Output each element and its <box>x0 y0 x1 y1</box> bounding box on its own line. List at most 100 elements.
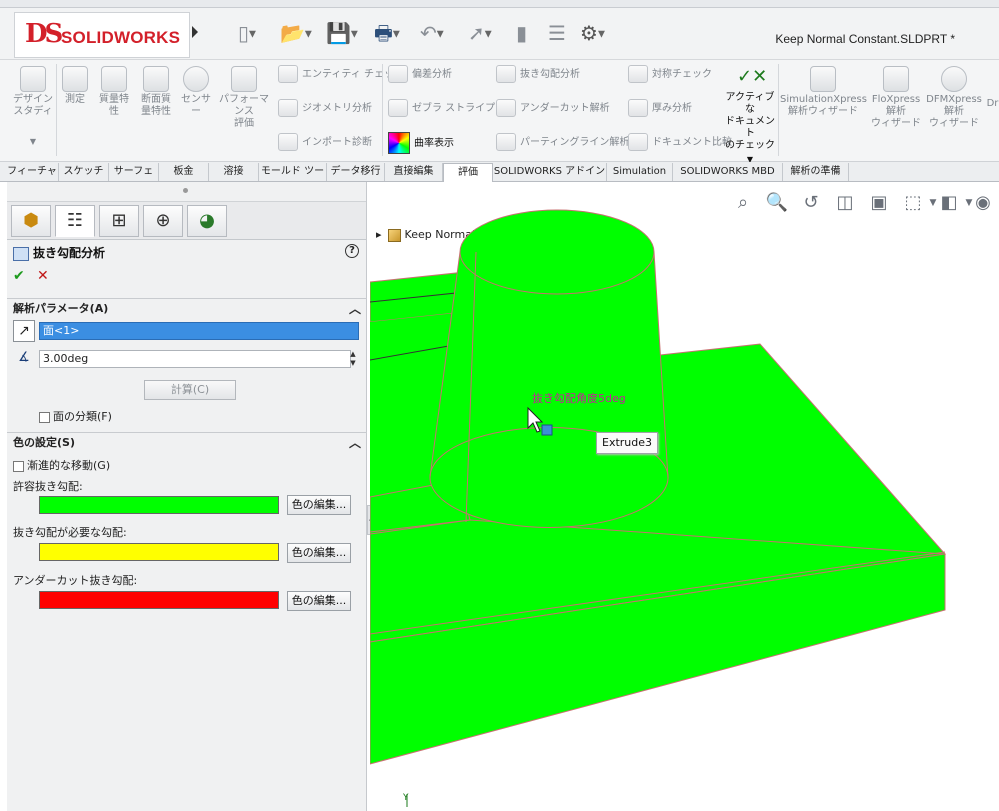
measure-button[interactable]: 測定 <box>60 66 90 106</box>
geometry-analysis-button[interactable]: ジオメトリ分析 <box>278 98 372 120</box>
edit-color-button[interactable]: 色の編集... <box>287 591 351 611</box>
draft-analysis-icon <box>496 65 516 83</box>
file-properties-icon[interactable]: ☰ <box>548 20 566 46</box>
rebuild-icon[interactable]: ▮ <box>516 20 527 46</box>
tab-surfaces[interactable]: サーフェス <box>109 163 159 195</box>
draft-analysis-button[interactable]: 抜き勾配分析 <box>496 64 580 86</box>
property-manager-panel: ⬢ ☷ ⊞ ⊕ ◕ 抜き勾配分析 ? ✔ ✕ 解析パラメータ(A) ︿ ↗ 面<… <box>7 182 367 811</box>
save-icon[interactable]: 💾▼ <box>326 20 358 46</box>
deviation-analysis-label: 偏差分析 <box>412 69 452 80</box>
collapse-chevron-icon[interactable]: ︿ <box>349 299 361 319</box>
selection-marker[interactable] <box>541 424 553 436</box>
options-gear-icon[interactable]: ⚙▼ <box>580 20 605 46</box>
design-study-button[interactable]: デザイン スタディ ▼ <box>10 66 56 148</box>
analysis-parameters-section[interactable]: 解析パラメータ(A) ︿ <box>7 298 367 318</box>
curvature-display-label: 曲率表示 <box>414 138 454 149</box>
tab-solidworks-addins[interactable]: SOLIDWORKS アドイン <box>493 163 607 181</box>
check-active-document-button[interactable]: ✓✕ アクティブな ドキュメント のチェック ▼ <box>724 64 776 166</box>
curvature-display-button[interactable]: 曲率表示 <box>388 132 454 154</box>
simulationxpress-button[interactable]: SimulationXpress 解析ウィザード <box>780 66 867 118</box>
compare-documents-button[interactable]: ドキュメント比較 <box>628 132 732 154</box>
draft-angle-input[interactable]: 3.00deg <box>39 350 351 368</box>
gradual-transition-label: 漸進的な移動(G) <box>27 459 111 472</box>
deviation-analysis-icon <box>388 65 408 83</box>
import-diagnostics-button[interactable]: インポート診断 <box>278 132 372 154</box>
driveworksxpress-button[interactable]: Dr <box>986 98 999 110</box>
help-icon[interactable]: ? <box>345 244 359 258</box>
simulationxpress-label: SimulationXpress 解析ウィザード <box>780 94 867 117</box>
select-icon[interactable]: ➚▼ <box>468 20 492 46</box>
panel-tabs: ⬢ ☷ ⊞ ⊕ ◕ <box>7 202 366 240</box>
positive-draft-color-swatch[interactable] <box>39 496 279 514</box>
tab-simulation[interactable]: Simulation <box>607 163 673 181</box>
floxpress-icon <box>883 66 909 92</box>
sensor-button[interactable]: センサー <box>178 66 214 118</box>
requires-draft-color-swatch[interactable] <box>39 543 279 561</box>
symmetry-check-button[interactable]: 対称チェック <box>628 64 712 86</box>
print-icon[interactable]: 🖶▼ <box>374 20 400 46</box>
panel-handle[interactable] <box>7 182 366 202</box>
tab-evaluate[interactable]: 評価 <box>443 163 493 183</box>
undercut-analysis-button[interactable]: アンダーカット解析 <box>496 98 610 120</box>
mass-properties-button[interactable]: 質量特 性 <box>95 66 133 118</box>
undo-icon[interactable]: ↶▼ <box>420 20 444 46</box>
edit-color-button[interactable]: 色の編集... <box>287 543 351 563</box>
ok-check-icon[interactable]: ✔ <box>13 268 25 284</box>
tab-sketch[interactable]: スケッチ <box>59 163 109 181</box>
tab-weldments[interactable]: 溶接 <box>209 163 259 181</box>
cancel-x-icon[interactable]: ✕ <box>37 268 49 284</box>
new-document-icon[interactable]: ▯▼ <box>238 20 256 46</box>
face-selection-field[interactable]: 面<1> <box>39 322 359 340</box>
solidworks-logo[interactable]: DS SOLIDWORKS <box>14 12 190 58</box>
direction-of-pull-icon[interactable]: ↗ <box>13 320 35 342</box>
import-diagnostics-icon <box>278 133 298 151</box>
face-classification-checkbox[interactable]: 面の分類(F) <box>39 408 112 424</box>
dimxpert-manager-tab-icon[interactable]: ⊕ <box>143 205 183 237</box>
configuration-manager-tab-icon[interactable]: ⊞ <box>99 205 139 237</box>
tab-data-migration[interactable]: データ移行 <box>327 163 385 181</box>
thickness-analysis-icon <box>628 99 648 117</box>
menu-expand-arrow-icon[interactable] <box>192 26 198 38</box>
performance-icon <box>231 66 257 92</box>
thickness-analysis-button[interactable]: 厚み分析 <box>628 98 692 120</box>
tab-solidworks-mbd[interactable]: SOLIDWORKS MBD <box>673 163 783 181</box>
property-manager-tab-icon[interactable]: ☷ <box>55 205 95 237</box>
undercut-analysis-icon <box>496 99 516 117</box>
tab-sheet-metal[interactable]: 板金 <box>159 163 209 181</box>
entity-check-button[interactable]: エンティティ チェック <box>278 64 404 86</box>
dfmxpress-button[interactable]: DFMXpress 解析 ウィザード <box>926 66 982 130</box>
undercut-draft-label: アンダーカット抜き勾配: <box>13 574 138 587</box>
zebra-stripes-button[interactable]: ゼブラ ストライプ <box>388 98 495 120</box>
face-classification-label: 面の分類(F) <box>53 410 112 423</box>
tab-features[interactable]: フィーチャー <box>6 163 59 195</box>
tab-analysis-preparation[interactable]: 解析の準備 <box>783 163 849 181</box>
floxpress-button[interactable]: FloXpress 解析 ウィザード <box>868 66 924 130</box>
boss-top-face[interactable] <box>459 209 655 295</box>
deviation-analysis-button[interactable]: 偏差分析 <box>388 64 452 86</box>
section-properties-button[interactable]: 断面質 量特性 <box>137 66 175 118</box>
display-manager-tab-icon[interactable]: ◕ <box>187 205 227 237</box>
open-icon[interactable]: 📂▼ <box>280 20 312 46</box>
parting-line-analysis-button[interactable]: パーティングライン解析 <box>496 132 629 154</box>
draft-angle-icon: ∡ <box>18 350 30 365</box>
collapse-chevron-icon[interactable]: ︿ <box>349 433 361 453</box>
dropdown-arrow-icon[interactable]: ▼ <box>10 136 56 148</box>
curvature-icon <box>388 132 410 154</box>
feature-manager-tab-icon[interactable]: ⬢ <box>11 205 51 237</box>
checkbox-box[interactable] <box>13 460 24 472</box>
calculate-button[interactable]: 計算(C) <box>144 380 236 400</box>
zebra-stripes-label: ゼブラ ストライプ <box>412 103 496 114</box>
entity-check-icon <box>278 65 298 83</box>
color-settings-section[interactable]: 色の設定(S) ︿ <box>7 432 367 452</box>
performance-evaluation-button[interactable]: パフォーマンス 評価 <box>216 66 272 130</box>
tab-direct-editing[interactable]: 直接編集 <box>385 163 443 181</box>
graphics-viewport[interactable]: ⌕ 🔍 ↺ ◫ ▣ ⬚ ▼ ◧ ▼ ◉ ▸Keep Normal Constan… <box>370 182 999 811</box>
tab-mold-tools[interactable]: モールド ツール <box>259 163 327 195</box>
model-geometry[interactable]: Y <box>370 182 999 811</box>
undercut-color-swatch[interactable] <box>39 591 279 609</box>
edit-color-button[interactable]: 色の編集... <box>287 495 351 515</box>
gradual-transition-checkbox[interactable]: 漸進的な移動(G) <box>13 457 110 473</box>
draft-angle-spinner[interactable]: ▲ ▼ <box>347 350 359 368</box>
checkbox-box[interactable] <box>39 411 50 423</box>
document-title: Keep Normal Constant.SLDPRT * <box>775 32 955 46</box>
